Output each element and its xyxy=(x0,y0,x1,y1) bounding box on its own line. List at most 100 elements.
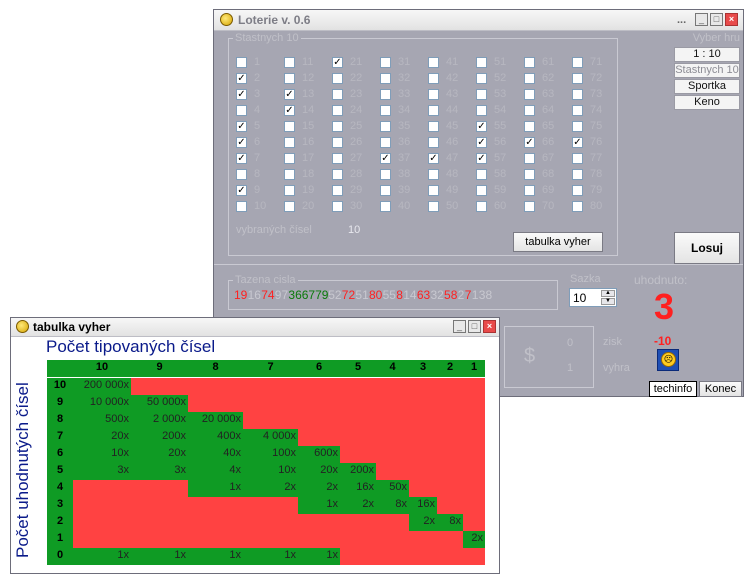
stepper-down-icon[interactable]: ▼ xyxy=(601,298,615,305)
table-minimize-icon[interactable]: _ xyxy=(453,320,466,333)
number-cell[interactable]: 63 xyxy=(524,88,572,102)
number-cell[interactable]: 54 xyxy=(476,104,524,118)
game-button-sportka[interactable]: Sportka xyxy=(674,79,740,94)
checkbox[interactable]: ✓ xyxy=(476,153,487,164)
checkbox[interactable] xyxy=(380,201,391,212)
checkbox[interactable] xyxy=(524,121,535,132)
checkbox[interactable]: ✓ xyxy=(236,73,247,84)
number-cell[interactable]: 22 xyxy=(332,72,380,86)
number-cell[interactable]: 52 xyxy=(476,72,524,86)
checkbox[interactable] xyxy=(428,57,439,68)
checkbox[interactable] xyxy=(332,137,343,148)
number-cell[interactable]: 48 xyxy=(428,168,476,182)
number-cell[interactable]: 27 xyxy=(332,152,380,166)
number-cell[interactable]: 20 xyxy=(284,200,332,214)
checkbox[interactable]: ✓ xyxy=(236,121,247,132)
checkbox[interactable] xyxy=(476,105,487,116)
number-cell[interactable]: 71 xyxy=(572,56,620,70)
number-cell[interactable]: 40 xyxy=(380,200,428,214)
number-cell[interactable]: 23 xyxy=(332,88,380,102)
checkbox[interactable] xyxy=(332,105,343,116)
checkbox[interactable]: ✓ xyxy=(284,105,295,116)
stepper-up-icon[interactable]: ▲ xyxy=(601,290,615,297)
checkbox[interactable] xyxy=(332,185,343,196)
game-button-keno[interactable]: Keno xyxy=(674,95,740,110)
number-cell[interactable]: ✓ 37 xyxy=(380,152,428,166)
checkbox[interactable]: ✓ xyxy=(380,153,391,164)
checkbox[interactable] xyxy=(380,57,391,68)
number-cell[interactable]: 11 xyxy=(284,56,332,70)
number-cell[interactable]: 64 xyxy=(524,104,572,118)
checkbox[interactable] xyxy=(428,169,439,180)
checkbox[interactable] xyxy=(524,201,535,212)
checkbox[interactable] xyxy=(428,137,439,148)
checkbox[interactable]: ✓ xyxy=(476,121,487,132)
checkbox[interactable] xyxy=(476,73,487,84)
checkbox[interactable] xyxy=(428,121,439,132)
number-cell[interactable]: ✓ 2 xyxy=(236,72,284,86)
number-cell[interactable]: 79 xyxy=(572,184,620,198)
checkbox[interactable] xyxy=(476,201,487,212)
number-cell[interactable]: 1 xyxy=(236,56,284,70)
number-cell[interactable]: 12 xyxy=(284,72,332,86)
number-cell[interactable]: 65 xyxy=(524,120,572,134)
number-cell[interactable]: 28 xyxy=(332,168,380,182)
number-cell[interactable]: ✓ 55 xyxy=(476,120,524,134)
number-cell[interactable]: 78 xyxy=(572,168,620,182)
checkbox[interactable] xyxy=(428,73,439,84)
checkbox[interactable] xyxy=(284,137,295,148)
checkbox[interactable] xyxy=(332,169,343,180)
number-cell[interactable]: 50 xyxy=(428,200,476,214)
number-cell[interactable]: 39 xyxy=(380,184,428,198)
number-cell[interactable]: 62 xyxy=(524,72,572,86)
checkbox[interactable] xyxy=(572,201,583,212)
number-cell[interactable]: 51 xyxy=(476,56,524,70)
number-cell[interactable]: 10 xyxy=(236,200,284,214)
checkbox[interactable] xyxy=(284,121,295,132)
checkbox[interactable]: ✓ xyxy=(332,57,343,68)
checkbox[interactable]: ✓ xyxy=(428,153,439,164)
checkbox[interactable] xyxy=(572,89,583,100)
checkbox[interactable] xyxy=(524,169,535,180)
number-cell[interactable]: ✓ 5 xyxy=(236,120,284,134)
checkbox[interactable] xyxy=(380,89,391,100)
techinfo-button[interactable]: techinfo xyxy=(649,381,697,397)
number-cell[interactable]: ✓ 7 xyxy=(236,152,284,166)
number-cell[interactable]: 73 xyxy=(572,88,620,102)
number-cell[interactable]: 74 xyxy=(572,104,620,118)
number-cell[interactable]: 8 xyxy=(236,168,284,182)
checkbox[interactable] xyxy=(428,89,439,100)
checkbox[interactable] xyxy=(236,105,247,116)
checkbox[interactable] xyxy=(524,105,535,116)
number-cell[interactable]: 42 xyxy=(428,72,476,86)
number-cell[interactable]: 49 xyxy=(428,184,476,198)
checkbox[interactable] xyxy=(572,185,583,196)
game-button-stastnych[interactable]: Stastnych 10 xyxy=(674,63,740,78)
checkbox[interactable] xyxy=(236,169,247,180)
checkbox[interactable]: ✓ xyxy=(476,137,487,148)
end-button[interactable]: Konec xyxy=(699,381,742,397)
checkbox[interactable] xyxy=(380,169,391,180)
number-cell[interactable]: 19 xyxy=(284,184,332,198)
checkbox[interactable] xyxy=(572,73,583,84)
checkbox[interactable]: ✓ xyxy=(236,185,247,196)
checkbox[interactable] xyxy=(284,73,295,84)
number-cell[interactable]: 61 xyxy=(524,56,572,70)
game-button-1-10[interactable]: 1 : 10 xyxy=(674,47,740,62)
checkbox[interactable] xyxy=(332,73,343,84)
checkbox[interactable] xyxy=(524,153,535,164)
checkbox[interactable] xyxy=(332,89,343,100)
checkbox[interactable] xyxy=(524,185,535,196)
checkbox[interactable] xyxy=(476,169,487,180)
checkbox[interactable] xyxy=(284,153,295,164)
number-cell[interactable]: 31 xyxy=(380,56,428,70)
number-cell[interactable]: 29 xyxy=(332,184,380,198)
checkbox[interactable] xyxy=(332,201,343,212)
checkbox[interactable]: ✓ xyxy=(572,137,583,148)
smiley-icon[interactable]: ☹ xyxy=(657,349,679,371)
checkbox[interactable] xyxy=(236,201,247,212)
checkbox[interactable]: ✓ xyxy=(236,89,247,100)
checkbox[interactable] xyxy=(380,137,391,148)
number-cell[interactable]: 43 xyxy=(428,88,476,102)
number-cell[interactable]: ✓ 13 xyxy=(284,88,332,102)
